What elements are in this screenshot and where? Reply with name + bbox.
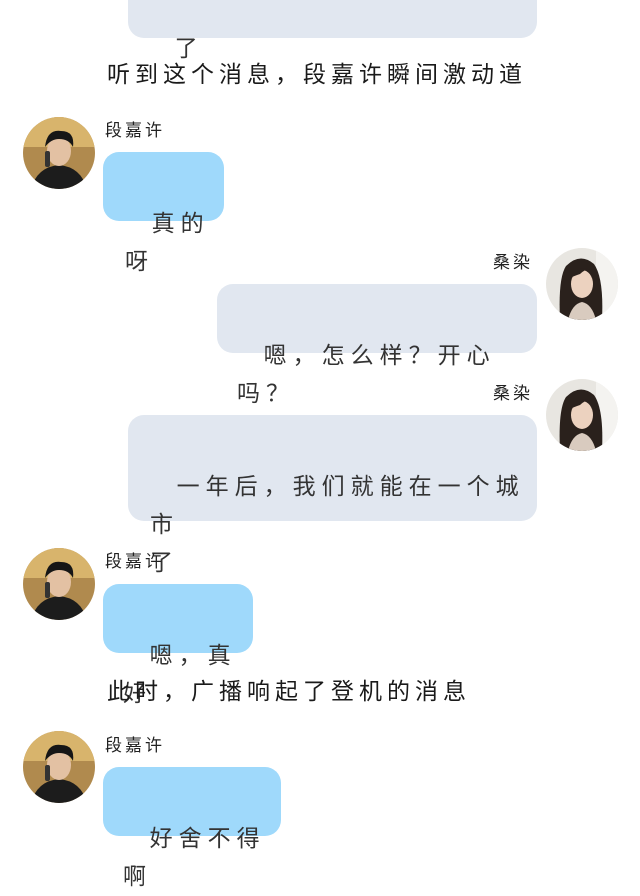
avatar[interactable] (23, 548, 95, 620)
male-avatar-icon (23, 117, 95, 189)
message-bubble-partial: 了 (128, 0, 537, 62)
message-text: 一年后，我们就能在一个城市 了 (150, 474, 525, 576)
avatar[interactable] (546, 248, 618, 320)
sender-name: 桑染 (493, 384, 533, 404)
message-bubble[interactable]: 好舍不得啊 (103, 767, 281, 890)
avatar[interactable] (23, 117, 95, 189)
avatar[interactable] (546, 379, 618, 451)
male-avatar-icon (23, 548, 95, 620)
message-text: 嗯，怎么样？开心吗？ (237, 343, 496, 407)
message-bubble[interactable]: 嗯，怎么样？开心吗？ (217, 284, 537, 407)
message-text: 真的呀 (125, 211, 210, 275)
message-text: 好舍不得啊 (123, 826, 266, 890)
sender-name: 段嘉许 (105, 552, 165, 572)
message-bubble[interactable]: 嗯，真好 (103, 584, 253, 707)
sender-name: 桑染 (493, 253, 533, 273)
message-bubble[interactable]: 真的呀 (103, 152, 224, 275)
avatar[interactable] (23, 731, 95, 803)
sender-name: 段嘉许 (105, 736, 165, 756)
male-avatar-icon (23, 731, 95, 803)
female-avatar-icon (546, 248, 618, 320)
female-avatar-icon (546, 379, 618, 451)
message-bubble[interactable]: 一年后，我们就能在一个城市 了 (128, 415, 537, 576)
narration-text: 此时，广播响起了登机的消息 (107, 679, 471, 705)
sender-name: 段嘉许 (105, 121, 165, 141)
narration-text: 听到这个消息，段嘉许瞬间激动道 (107, 62, 527, 88)
